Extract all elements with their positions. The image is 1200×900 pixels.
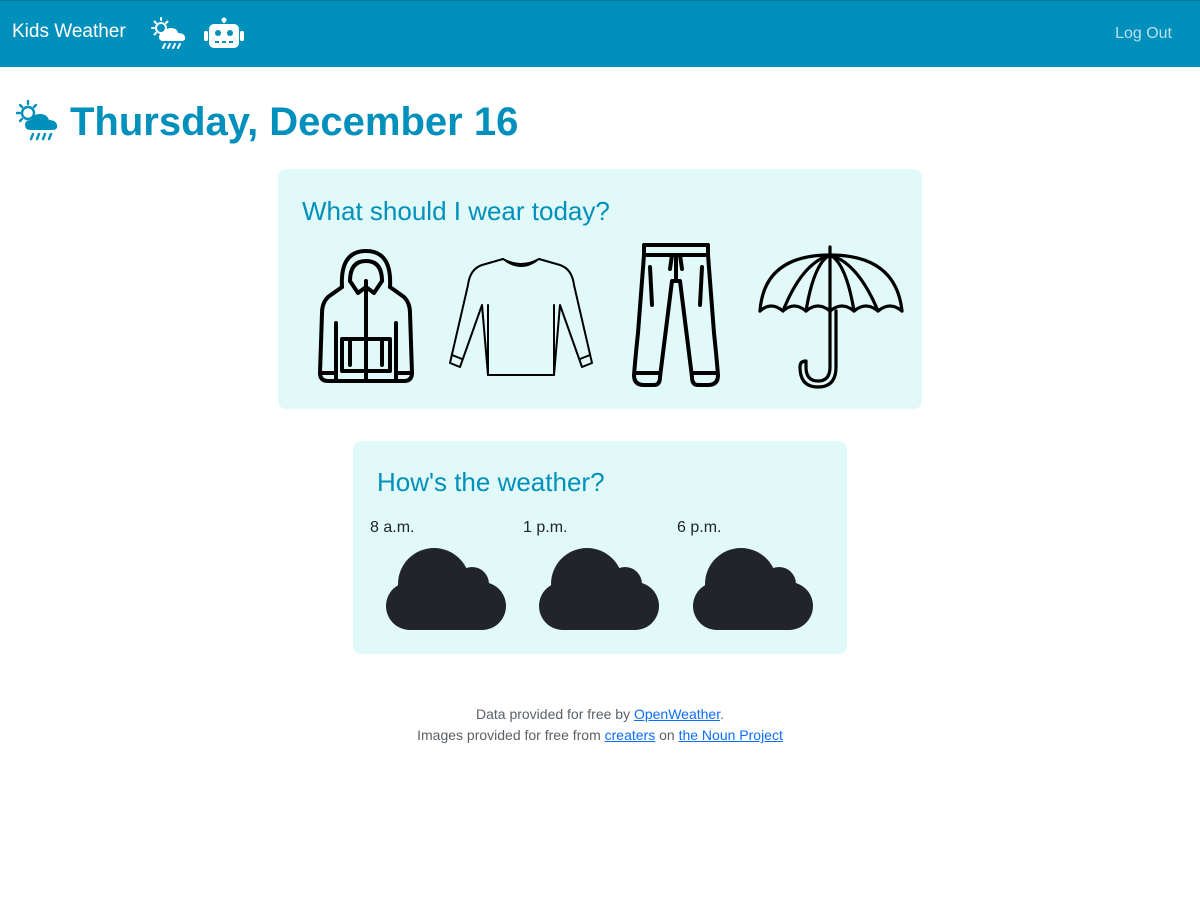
footer-text: Data provided for free by bbox=[475, 706, 634, 722]
footer-data-credit: Data provided for free by OpenWeather. bbox=[0, 704, 1200, 725]
creaters-link[interactable]: creaters bbox=[605, 727, 656, 743]
wear-card-title: What should I wear today? bbox=[302, 196, 610, 226]
page-title: Thursday, December 16 bbox=[70, 100, 519, 144]
forecast-period: 8 a.m. bbox=[370, 516, 510, 636]
forecast-period: 1 p.m. bbox=[523, 516, 663, 636]
weather-card: How's the weather? 8 a.m. 1 p.m. 6 p.m. bbox=[353, 441, 847, 654]
navbar: Kids Weather Log Out bbox=[0, 0, 1200, 67]
umbrella-icon bbox=[758, 245, 904, 389]
forecast-time: 8 a.m. bbox=[370, 519, 415, 536]
footer-text: on bbox=[655, 727, 679, 743]
sun-cloud-rain-icon bbox=[16, 100, 58, 141]
logout-link[interactable]: Log Out bbox=[1115, 25, 1172, 43]
openweather-link[interactable]: OpenWeather bbox=[634, 706, 720, 722]
weather-sun-cloud-rain-icon bbox=[151, 17, 186, 49]
footer-image-credit: Images provided for free from creaters o… bbox=[0, 725, 1200, 746]
cloud-icon bbox=[693, 548, 813, 630]
pants-icon bbox=[632, 243, 720, 387]
brand-link[interactable]: Kids Weather bbox=[12, 21, 126, 43]
forecast-time: 6 p.m. bbox=[677, 519, 722, 536]
forecast-time: 1 p.m. bbox=[523, 519, 568, 536]
forecast-period: 6 p.m. bbox=[677, 516, 817, 636]
footer-text: . bbox=[720, 706, 724, 722]
cloud-icon bbox=[386, 548, 506, 630]
weather-card-title: How's the weather? bbox=[377, 467, 605, 497]
footer: Data provided for free by OpenWeather. I… bbox=[0, 704, 1200, 746]
robot-icon bbox=[204, 17, 244, 48]
noun-project-link[interactable]: the Noun Project bbox=[679, 727, 783, 743]
long-sleeve-shirt-icon bbox=[449, 258, 593, 376]
jacket-icon bbox=[318, 249, 414, 383]
footer-text: Images provided for free from bbox=[417, 727, 605, 743]
wear-card: What should I wear today? bbox=[278, 169, 922, 409]
cloud-icon bbox=[539, 548, 659, 630]
